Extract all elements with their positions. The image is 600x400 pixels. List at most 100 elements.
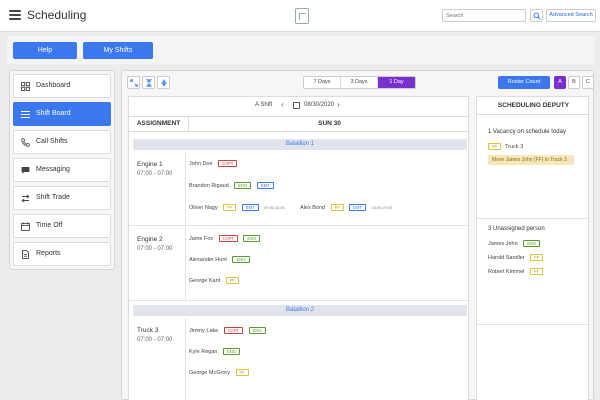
- role-tag: CAPT: [223, 327, 244, 334]
- partial-shift-time: 07:00-10:00: [264, 205, 285, 210]
- person-name: Oliver Nagy: [189, 204, 218, 211]
- person-name: George McGrory: [189, 369, 230, 376]
- person-name: Alex Bond: [300, 204, 326, 211]
- role-tag: ENG: [222, 348, 241, 355]
- person-entry[interactable]: Oliver Nagy FF EMT 07:00-10:00: [189, 204, 285, 211]
- sidebar-item-label: Dashboard: [36, 82, 71, 89]
- person-entry[interactable]: Jame Fox CAPT ENG: [189, 235, 261, 242]
- unit-time: 07:00 - 07:00: [137, 171, 173, 177]
- role-tag: EMT: [241, 204, 259, 211]
- person-name: Harold Sandler: [488, 254, 525, 261]
- role-tag: FF: [330, 204, 344, 211]
- search-input[interactable]: [442, 9, 526, 22]
- expand-rows-button[interactable]: [157, 76, 170, 89]
- help-button[interactable]: Help: [13, 42, 77, 59]
- action-bar: Help My Shifts: [7, 36, 595, 64]
- role-tag: FF: [225, 277, 239, 284]
- expand-icon: [130, 79, 138, 87]
- sidebar-item-shift-trade[interactable]: Shift Trade: [13, 186, 111, 210]
- role-tag: ENG: [232, 256, 250, 263]
- collapse-vertical-icon: [146, 79, 152, 87]
- scheduling-deputy-panel: SCHEDULING DEPUTY 1 Vacancy on schedule …: [476, 96, 590, 400]
- menu-icon[interactable]: [9, 10, 21, 20]
- unit-divider: [185, 227, 186, 301]
- column-day: SUN 30: [318, 120, 341, 127]
- unassigned-section: 3 Unassigned person James John ENG Harol…: [477, 220, 590, 325]
- shift-board: 7 Days 3 Days 1 Day Roster Count A B C A…: [121, 70, 594, 400]
- platoon-c-button[interactable]: C: [582, 76, 594, 89]
- unassigned-header: 3 Unassigned person: [488, 226, 545, 232]
- sidebar-item-messaging[interactable]: Messaging: [13, 158, 111, 182]
- deputy-title: SCHEDULING DEPUTY: [477, 97, 590, 115]
- calendar-icon[interactable]: [293, 102, 300, 109]
- person-entry[interactable]: Jimmy Lake CAPT ENG: [189, 327, 266, 334]
- person-name: Alexander Hunt: [189, 256, 227, 263]
- battalion-header: Batallion 2: [133, 305, 467, 316]
- move-suggestion[interactable]: Move James John (FF) to Truck 3: [488, 155, 574, 165]
- sidebar-item-label: Messaging: [36, 166, 70, 173]
- person-entry[interactable]: George McGrory FF: [189, 369, 249, 376]
- unit-row: Engine 1 07:00 - 07:00 John Doe CAPT Bra…: [129, 152, 470, 226]
- role-tag: CAPT: [218, 235, 238, 242]
- app-title: Scheduling: [27, 8, 87, 22]
- search-icon: [533, 12, 541, 20]
- top-bar: Scheduling Advanced Search: [0, 0, 600, 32]
- my-shifts-button[interactable]: My Shifts: [83, 42, 153, 59]
- chevron-right-icon[interactable]: ›: [337, 101, 340, 109]
- person-name: Brandon Rigaud: [189, 182, 229, 189]
- person-name: James John: [488, 240, 518, 247]
- platoon-b-button[interactable]: B: [568, 76, 580, 89]
- person-entry[interactable]: Brandon Rigaud ENG EMT: [189, 182, 274, 189]
- dashboard-icon: [21, 82, 30, 91]
- view-1-day[interactable]: 1 Day: [378, 77, 415, 88]
- trade-icon: [21, 194, 30, 203]
- vacancy-header: 1 Vacancy on schedule today: [488, 129, 566, 135]
- chat-icon: [21, 167, 30, 174]
- column-assignment: ASSIGNMENT: [129, 117, 189, 131]
- person-name: Jame Fox: [189, 235, 214, 242]
- document-icon: [22, 250, 29, 259]
- sidebar-item-reports[interactable]: Reports: [13, 242, 111, 266]
- person-entry[interactable]: John Doe CAPT: [189, 160, 238, 167]
- roster-count-button[interactable]: Roster Count: [498, 76, 550, 89]
- shift-label: A Shift: [255, 102, 273, 108]
- sidebar-item-time-off[interactable]: Time Off: [13, 214, 111, 238]
- sidebar-item-label: Shift Trade: [36, 194, 70, 201]
- unassigned-person[interactable]: James John ENG: [488, 240, 544, 247]
- chevron-left-icon[interactable]: ‹: [281, 101, 284, 109]
- person-entry[interactable]: George Kant FF: [189, 277, 239, 284]
- view-7-days[interactable]: 7 Days: [304, 77, 341, 88]
- role-tag: FF: [529, 268, 544, 275]
- sidebar-item-shift-board[interactable]: Shift Board: [13, 102, 111, 126]
- person-name: Robert Kimmel: [488, 268, 525, 275]
- role-tag: FF: [235, 369, 249, 376]
- person-name: George Kant: [189, 277, 221, 284]
- expand-vertical-icon: [161, 79, 167, 87]
- search-button[interactable]: [530, 9, 543, 22]
- unit-row: Truck 3 07:00 - 07:00 Jimmy Lake CAPT EN…: [129, 318, 470, 400]
- unassigned-person[interactable]: Harold Sandler FF: [488, 254, 547, 261]
- sidebar-item-call-shifts[interactable]: Call Shifts: [13, 130, 111, 154]
- unit-name: Truck 3: [137, 327, 159, 334]
- unassigned-person[interactable]: Robert Kimmel FF: [488, 268, 547, 275]
- advanced-search-button[interactable]: Advanced Search: [546, 9, 596, 22]
- person-entry[interactable]: Alexander Hunt ENG: [189, 256, 250, 263]
- partial-shift-time: 10:00-07:00: [371, 205, 392, 210]
- role-tag: ENG: [248, 327, 266, 334]
- platoon-a-button[interactable]: A: [554, 76, 566, 89]
- shift-navigator: A Shift ‹ 08/30/2020 ›: [129, 97, 470, 115]
- role-tag: ENG: [523, 240, 541, 247]
- unit-row: Engine 2 07:00 - 07:00 Jame Fox CAPT ENG…: [129, 227, 470, 301]
- sidebar-item-label: Time Off: [36, 222, 63, 229]
- assignment-grid: A Shift ‹ 08/30/2020 › ASSIGNMENT SUN 30…: [128, 96, 470, 400]
- collapse-rows-button[interactable]: [142, 76, 155, 89]
- person-entry[interactable]: Alex Bond FF EMT 10:00-07:00: [300, 204, 392, 211]
- sidebar-item-label: Shift Board: [36, 110, 71, 117]
- phone-icon: [21, 138, 30, 147]
- sidebar-item-dashboard[interactable]: Dashboard: [13, 74, 111, 98]
- person-name: Kyle Regan: [189, 348, 218, 355]
- grid-header: ASSIGNMENT SUN 30: [129, 116, 470, 132]
- person-entry[interactable]: Kyle Regan ENG: [189, 348, 241, 355]
- expand-button[interactable]: [127, 76, 140, 89]
- view-3-days[interactable]: 3 Days: [341, 77, 378, 88]
